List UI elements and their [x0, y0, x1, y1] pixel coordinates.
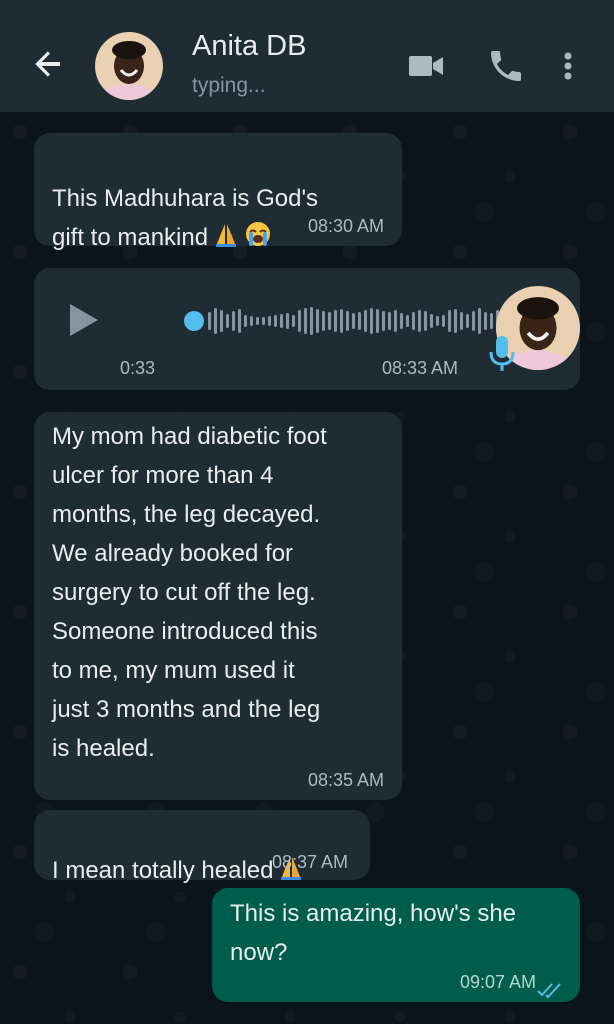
message-timestamp: 08:37 AM [271, 852, 348, 872]
voice-call-button[interactable] [486, 46, 526, 86]
more-options-button[interactable] [548, 46, 588, 86]
message-text-wrap: This Madhuhara is God's gift to mankind [52, 140, 318, 260]
message-text: My mom had diabetic foot ulcer for more … [52, 423, 327, 762]
message-text: I mean totally healed [52, 857, 274, 884]
message-timestamp: 09:07 AM [459, 972, 536, 992]
video-call-button[interactable] [406, 46, 446, 86]
double-check-icon [537, 983, 561, 999]
contact-status: typing... [192, 74, 266, 97]
message-bubble-incoming[interactable]: This Madhuhara is God's gift to mankind … [34, 133, 402, 251]
chat-header: Anita DB typing... [0, 0, 614, 112]
contact-avatar[interactable] [95, 32, 163, 100]
play-button[interactable] [64, 298, 104, 342]
mic-badge [486, 334, 518, 374]
avatar-image [95, 32, 163, 100]
message-text: This is amazing, how's she now? [230, 900, 517, 966]
message-timestamp: 08:33 AM [382, 358, 459, 378]
video-call-icon [409, 56, 443, 76]
contact-name[interactable]: Anita DB [192, 30, 306, 63]
message-text-wrap: I mean totally healed [52, 812, 305, 893]
microphone-icon [489, 336, 515, 371]
voice-message-bubble[interactable]: 0:33 08:33 AM [34, 268, 580, 390]
voice-call-icon [491, 51, 521, 81]
message-bubble-incoming[interactable]: My mom had diabetic foot ulcer for more … [34, 412, 402, 800]
message-text: This Madhuhara is God's gift to mankind [52, 185, 319, 251]
crying-face-emoji [244, 220, 272, 260]
voice-duration: 0:33 [120, 358, 156, 378]
message-timestamp: 08:30 AM [307, 216, 384, 236]
more-options-icon [564, 52, 572, 80]
read-receipt [536, 972, 564, 999]
back-arrow-icon [35, 51, 60, 77]
voice-waveform[interactable] [184, 306, 524, 336]
play-icon [70, 304, 98, 336]
message-bubble-incoming[interactable]: I mean totally healed 08:37 AM [34, 810, 370, 884]
back-button[interactable] [28, 44, 68, 84]
folded-hands-emoji [212, 220, 240, 260]
message-bubble-outgoing[interactable]: This is amazing, how's she now? 09:07 AM [212, 888, 580, 1002]
message-timestamp: 08:35 AM [307, 770, 384, 790]
